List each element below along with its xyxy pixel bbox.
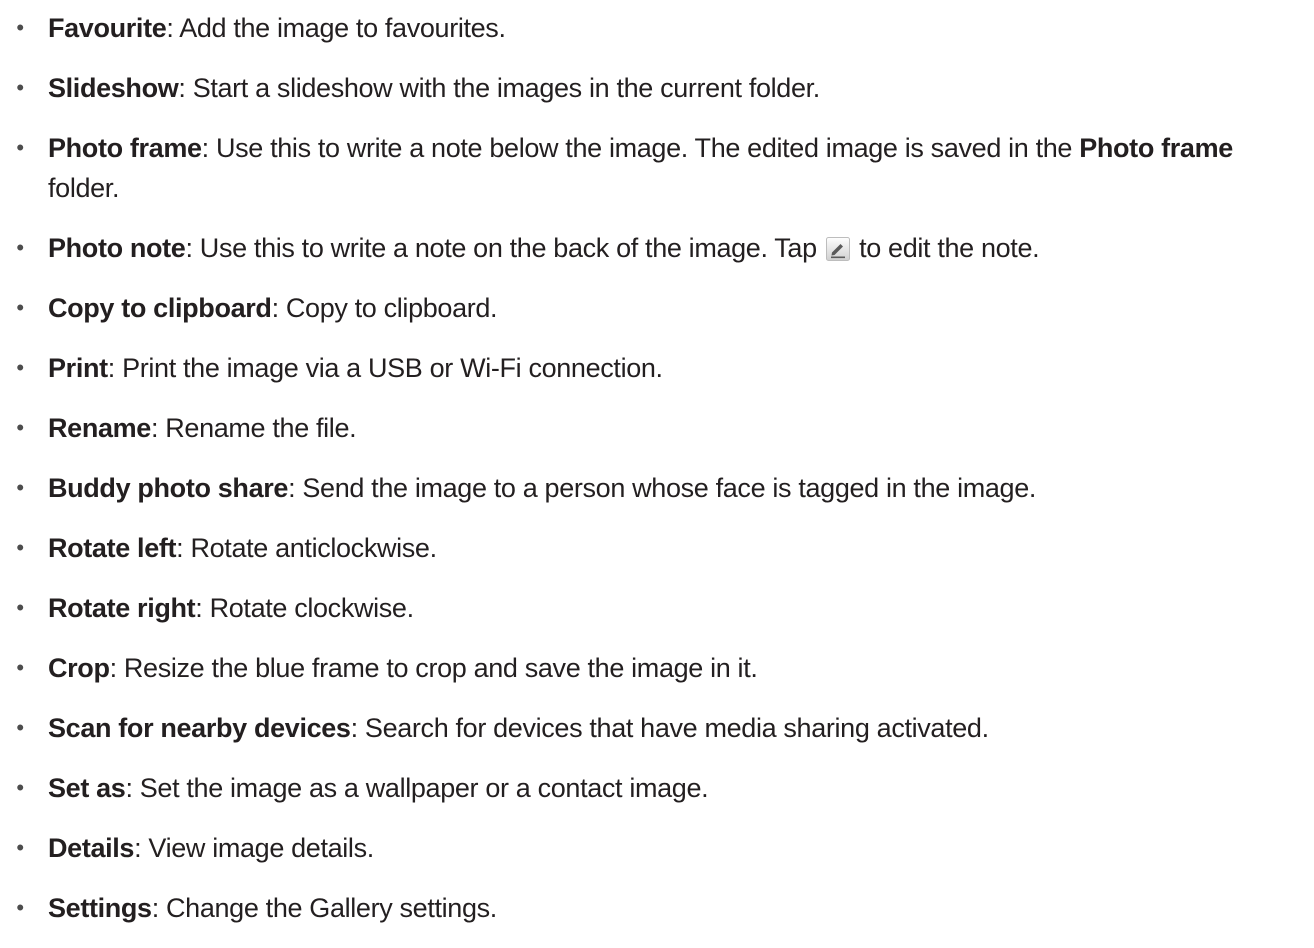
bullet: • bbox=[16, 715, 24, 740]
option-term: Photo frame bbox=[48, 133, 202, 163]
option-term: Crop bbox=[48, 653, 110, 683]
option-crop: • Crop: Resize the blue frame to crop an… bbox=[0, 648, 1314, 688]
option-term: Settings bbox=[48, 893, 152, 923]
option-separator: : bbox=[151, 893, 167, 923]
option-term: Copy to clipboard bbox=[48, 293, 272, 323]
option-description: Rotate anticlockwise. bbox=[190, 533, 437, 563]
option-term: Buddy photo share bbox=[48, 473, 289, 503]
option-term: Set as bbox=[48, 773, 126, 803]
option-description-end: to edit the note. bbox=[851, 233, 1040, 263]
option-description: Set the image as a wallpaper or a contac… bbox=[139, 773, 709, 803]
bullet: • bbox=[16, 75, 24, 100]
option-favourite: • Favourite: Add the image to favourites… bbox=[0, 8, 1314, 48]
option-separator: : bbox=[201, 133, 216, 163]
option-rotate-right: • Rotate right: Rotate clockwise. bbox=[0, 588, 1314, 628]
option-description: Add the image to favourites. bbox=[179, 13, 506, 43]
option-rotate-left: • Rotate left: Rotate anticlockwise. bbox=[0, 528, 1314, 568]
option-separator: : bbox=[288, 473, 303, 503]
option-description: Rotate clockwise. bbox=[209, 593, 414, 623]
option-photo-note: • Photo note: Use this to write a note o… bbox=[0, 228, 1314, 268]
option-separator: : bbox=[109, 653, 124, 683]
option-separator: : bbox=[166, 13, 180, 43]
bullet: • bbox=[16, 535, 24, 560]
bullet: • bbox=[16, 835, 24, 860]
bullet: • bbox=[16, 895, 24, 920]
option-separator: : bbox=[195, 593, 210, 623]
bullet: • bbox=[16, 655, 24, 680]
option-scan-for-nearby-devices: • Scan for nearby devices: Search for de… bbox=[0, 708, 1314, 748]
option-separator: : bbox=[185, 233, 200, 263]
option-description: Copy to clipboard. bbox=[285, 293, 498, 323]
option-description: Print the image via a USB or Wi-Fi conne… bbox=[122, 353, 663, 383]
option-term: Photo note bbox=[48, 233, 186, 263]
option-settings: • Settings: Change the Gallery settings. bbox=[0, 888, 1314, 928]
option-description: Send the image to a person whose face is… bbox=[302, 473, 1037, 503]
option-copy-to-clipboard: • Copy to clipboard: Copy to clipboard. bbox=[0, 288, 1314, 328]
option-buddy-photo-share: • Buddy photo share: Send the image to a… bbox=[0, 468, 1314, 508]
bullet: • bbox=[16, 15, 24, 40]
option-description: Resize the blue frame to crop and save t… bbox=[123, 653, 758, 683]
bullet: • bbox=[16, 415, 24, 440]
option-term-inline: Photo frame bbox=[1079, 133, 1233, 163]
option-separator: : bbox=[350, 713, 365, 743]
option-term: Rename bbox=[48, 413, 151, 443]
bullet: • bbox=[16, 295, 24, 320]
option-description: Change the Gallery settings. bbox=[166, 893, 497, 923]
option-term: Rotate right bbox=[48, 593, 196, 623]
pencil-edit-icon bbox=[825, 232, 850, 261]
option-photo-frame: • Photo frame: Use this to write a note … bbox=[0, 128, 1314, 208]
option-term: Details bbox=[48, 833, 135, 863]
bullet: • bbox=[16, 775, 24, 800]
option-term: Rotate left bbox=[48, 533, 177, 563]
option-term: Scan for nearby devices bbox=[48, 713, 351, 743]
option-separator: : bbox=[134, 833, 149, 863]
bullet: • bbox=[16, 135, 24, 160]
option-separator: : bbox=[150, 413, 166, 443]
bullet: • bbox=[16, 595, 24, 620]
option-details: • Details: View image details. bbox=[0, 828, 1314, 868]
option-separator: : bbox=[125, 773, 140, 803]
option-description: Use this to write a note below the image… bbox=[215, 133, 1080, 163]
option-description: Use this to write a note on the back of … bbox=[199, 233, 824, 263]
option-separator: : bbox=[176, 533, 191, 563]
option-term: Slideshow bbox=[48, 73, 179, 103]
option-description: Start a slideshow with the images in the… bbox=[192, 73, 821, 103]
option-description-end: folder. bbox=[48, 173, 120, 203]
option-set-as: • Set as: Set the image as a wallpaper o… bbox=[0, 768, 1314, 808]
option-term: Favourite bbox=[48, 13, 167, 43]
bullet: • bbox=[16, 235, 24, 260]
option-description: Search for devices that have media shari… bbox=[364, 713, 989, 743]
option-description: Rename the file. bbox=[165, 413, 357, 443]
bullet: • bbox=[16, 355, 24, 380]
option-rename: • Rename: Rename the file. bbox=[0, 408, 1314, 448]
bullet: • bbox=[16, 475, 24, 500]
option-separator: : bbox=[107, 353, 123, 383]
gallery-options-list: • Favourite: Add the image to favourites… bbox=[0, 8, 1314, 948]
option-term: Print bbox=[48, 353, 108, 383]
option-print: • Print: Print the image via a USB or Wi… bbox=[0, 348, 1314, 388]
option-separator: : bbox=[178, 73, 193, 103]
page: { "options": [ {"term": "Favourite", "se… bbox=[0, 0, 1314, 923]
option-separator: : bbox=[271, 293, 286, 323]
option-slideshow: • Slideshow: Start a slideshow with the … bbox=[0, 68, 1314, 108]
option-description: View image details. bbox=[148, 833, 374, 863]
